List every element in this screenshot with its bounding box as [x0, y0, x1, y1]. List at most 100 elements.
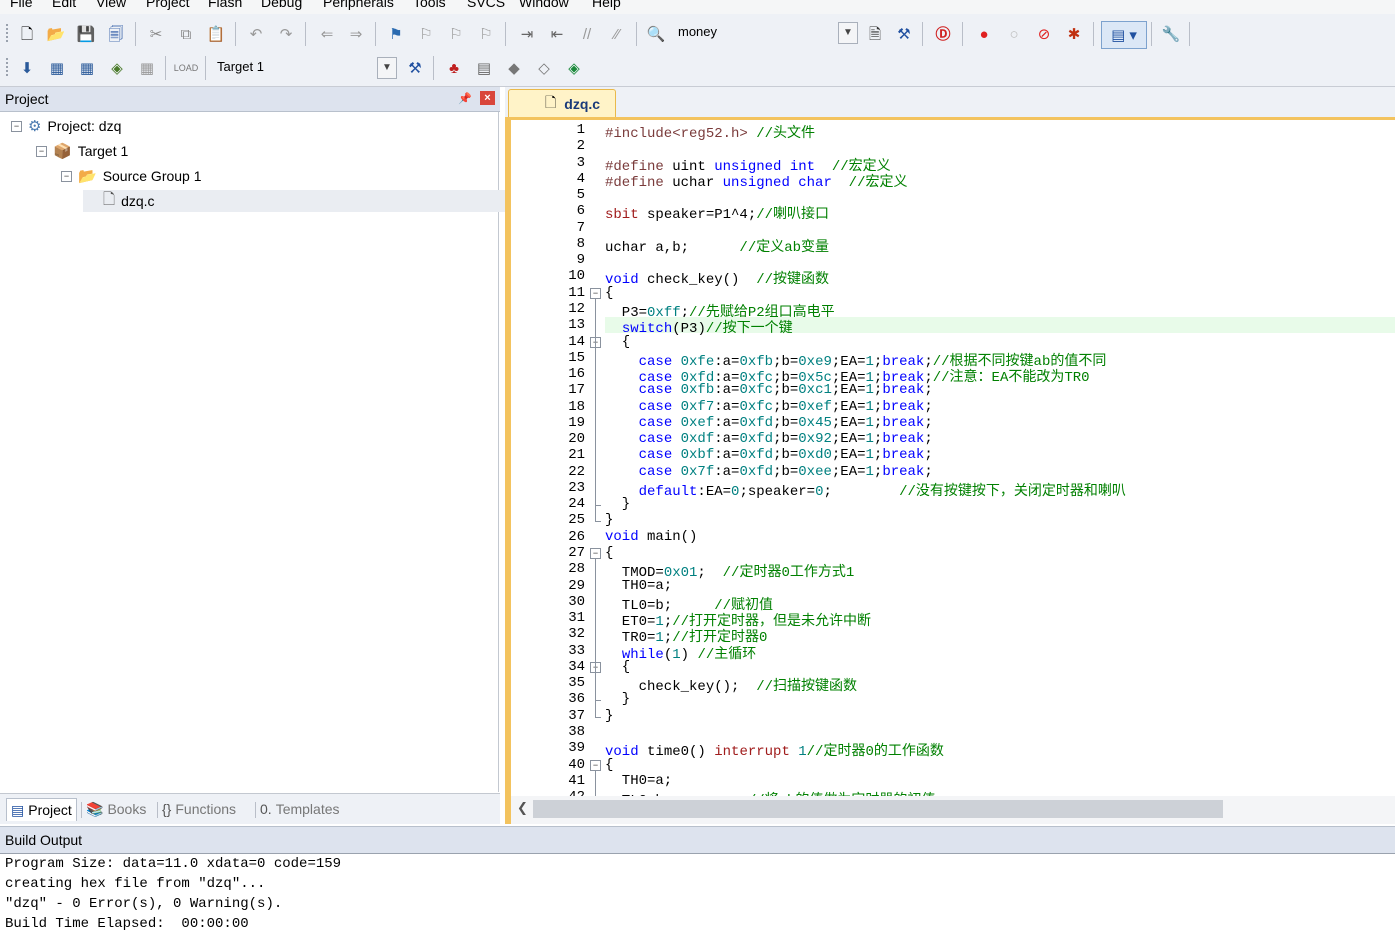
code-line[interactable]: #include<reg52.h> //头文件 [605, 122, 815, 142]
code-area[interactable]: 1 #include<reg52.h> //头文件 2 3 #define uint u… [511, 120, 1395, 796]
find-combo[interactable]: money ▼ [674, 22, 859, 44]
translate-icon[interactable]: ⬇ [16, 57, 38, 79]
enable-breakpoint-icon[interactable]: ○ [1003, 23, 1025, 45]
find-input-value[interactable]: money [678, 24, 717, 39]
target-options-icon[interactable]: ⚒ [404, 57, 426, 79]
panel-tab-templates[interactable]: 0. Templates [260, 798, 340, 820]
code-line[interactable]: case 0xef:a=0xfd;b=0x45;EA=1;break; [605, 415, 933, 431]
clear-bookmarks-icon[interactable]: ⚐ [475, 23, 497, 45]
redo-icon[interactable]: ↷ [275, 23, 297, 45]
editor-tab-dzq-c[interactable]: 🗋 dzq.c [508, 89, 616, 117]
configure-wrench-icon[interactable]: 🔧 [1160, 23, 1182, 45]
code-line[interactable]: default:EA=0;speaker=0; //没有按键按下，关闭定时器和喇… [605, 480, 1126, 500]
kill-breakpoints-icon[interactable]: ✱ [1063, 23, 1085, 45]
green-gem-icon[interactable]: ◈ [563, 57, 585, 79]
code-line[interactable]: { [605, 545, 613, 561]
code-line[interactable]: TL0=b; //将ab的值做为定时器的初值 [605, 789, 936, 796]
batch-build-icon[interactable]: ◈ [106, 57, 128, 79]
uncomment-icon[interactable]: ⁄⁄ [606, 23, 628, 45]
undo-icon[interactable]: ↶ [245, 23, 267, 45]
code-line[interactable]: #define uchar unsigned char //宏定义 [605, 171, 907, 191]
unindent-icon[interactable]: ⇤ [546, 23, 568, 45]
pin-icon[interactable]: 📌 [458, 92, 472, 105]
debug-session-icon[interactable]: Ⓓ [932, 23, 954, 45]
target-select[interactable]: Target 1 ▼ [213, 57, 398, 79]
scrollbar-thumb[interactable] [533, 800, 1223, 818]
prev-bookmark-icon[interactable]: ⚐ [415, 23, 437, 45]
menu-project[interactable]: Project [146, 0, 190, 10]
comment-icon[interactable]: // [576, 23, 598, 45]
tree-node[interactable]: − ⚙ Project: dzq [11, 115, 121, 137]
code-line[interactable]: { [605, 285, 613, 301]
select-packs-icon[interactable]: ◆ [503, 57, 525, 79]
rebuild-icon[interactable]: ▦ [76, 57, 98, 79]
panel-tab-books[interactable]: 📚 Books [86, 798, 146, 820]
nav-forward-icon[interactable]: ⇒ [345, 23, 367, 45]
code-line[interactable]: } [605, 708, 613, 724]
code-line[interactable]: void main() [605, 529, 697, 545]
panel-tab-functions[interactable]: {} Functions [162, 798, 236, 820]
insert-breakpoint-icon[interactable]: ● [973, 23, 995, 45]
incremental-find-icon[interactable]: ⚒ [893, 23, 915, 45]
tree-node[interactable]: − 📦 Target 1 [36, 140, 128, 162]
disable-breakpoints-icon[interactable]: ⊘ [1033, 23, 1055, 45]
fold-collapse-icon[interactable]: − [590, 287, 601, 299]
fold-collapse-icon[interactable]: − [590, 548, 601, 560]
code-line[interactable]: void time0() interrupt 1//定时器0的工作函数 [605, 740, 944, 760]
bookmark-flag-icon[interactable]: ⚑ [385, 23, 407, 45]
menu-view[interactable]: View [96, 0, 126, 10]
collapse-icon[interactable]: − [11, 120, 22, 132]
build-output-panel[interactable]: Program Size: data=11.0 xdata=0 code=159… [0, 853, 1395, 936]
code-line[interactable]: } [605, 496, 630, 512]
menu-flash[interactable]: Flash [208, 0, 242, 10]
code-line[interactable]: case 0xdf:a=0xfd;b=0x92;EA=1;break; [605, 431, 933, 447]
code-line[interactable]: sbit speaker=P1^4;//喇叭接口 [605, 203, 829, 223]
code-line[interactable]: check_key(); //扫描按键函数 [605, 675, 857, 695]
new-file-icon[interactable]: 🗋 [16, 23, 38, 45]
paste-icon[interactable]: 📋 [205, 23, 227, 45]
code-line[interactable]: switch(P3)//按下一个键 [605, 317, 793, 337]
code-line[interactable]: uchar a,b; //定义ab变量 [605, 236, 829, 256]
chevron-down-icon[interactable]: ▼ [838, 22, 858, 44]
stop-build-icon[interactable]: ▦ [136, 57, 158, 79]
code-line[interactable]: case 0xfb:a=0xfc;b=0xc1;EA=1;break; [605, 382, 933, 398]
menu-debug[interactable]: Debug [261, 0, 302, 10]
save-icon[interactable]: 💾 [75, 23, 97, 45]
open-folder-icon[interactable]: 📂 [45, 23, 67, 45]
menu-edit[interactable]: Edit [52, 0, 76, 10]
code-line[interactable]: TH0=a; [605, 773, 672, 789]
save-all-icon[interactable]: 🗐 [105, 23, 127, 45]
horizontal-scrollbar[interactable]: ❮ [511, 796, 1395, 824]
menu-peripherals[interactable]: Peripherals [323, 0, 394, 10]
code-line[interactable]: void check_key() //按键函数 [605, 268, 829, 288]
nav-back-icon[interactable]: ⇐ [316, 23, 338, 45]
cut-icon[interactable]: ✂ [145, 23, 167, 45]
panel-tab-project[interactable]: ▤ Project [6, 798, 77, 821]
manage-project-icon[interactable]: ▤ [473, 57, 495, 79]
tree-node[interactable]: − 📂 Source Group 1 [61, 165, 202, 187]
menu-tools[interactable]: Tools [413, 0, 446, 10]
tree-node[interactable]: 🗋 dzq.c [83, 190, 515, 212]
menu-file[interactable]: File [10, 0, 33, 10]
code-line[interactable]: { [605, 659, 630, 675]
code-line[interactable]: } [605, 691, 630, 707]
code-line[interactable]: { [605, 334, 630, 350]
chevron-left-icon[interactable]: ❮ [517, 800, 528, 816]
build-icon[interactable]: ▦ [46, 57, 68, 79]
fold-collapse-icon[interactable]: − [590, 759, 601, 771]
code-line[interactable]: case 0x7f:a=0xfd;b=0xee;EA=1;break; [605, 464, 933, 480]
find-icon[interactable]: 🗎 [864, 23, 886, 45]
code-line[interactable]: case 0xf7:a=0xfc;b=0xef;EA=1;break; [605, 399, 933, 415]
code-line[interactable]: TH0=a; [605, 578, 672, 594]
copy-icon[interactable]: ⧉ [175, 23, 197, 45]
window-layout-icon[interactable]: ▤ ▾ [1101, 21, 1147, 49]
menu-help[interactable]: Help [592, 0, 621, 10]
toolbar-grip[interactable] [6, 58, 11, 76]
indent-icon[interactable]: ⇥ [516, 23, 538, 45]
collapse-icon[interactable]: − [61, 170, 72, 182]
download-icon[interactable]: LOAD [174, 57, 199, 79]
code-line[interactable]: { [605, 757, 613, 773]
file-extensions-icon[interactable]: ♣ [443, 57, 465, 79]
close-icon[interactable]: × [480, 91, 495, 105]
find-in-files-icon[interactable]: 🔍 [645, 23, 667, 45]
